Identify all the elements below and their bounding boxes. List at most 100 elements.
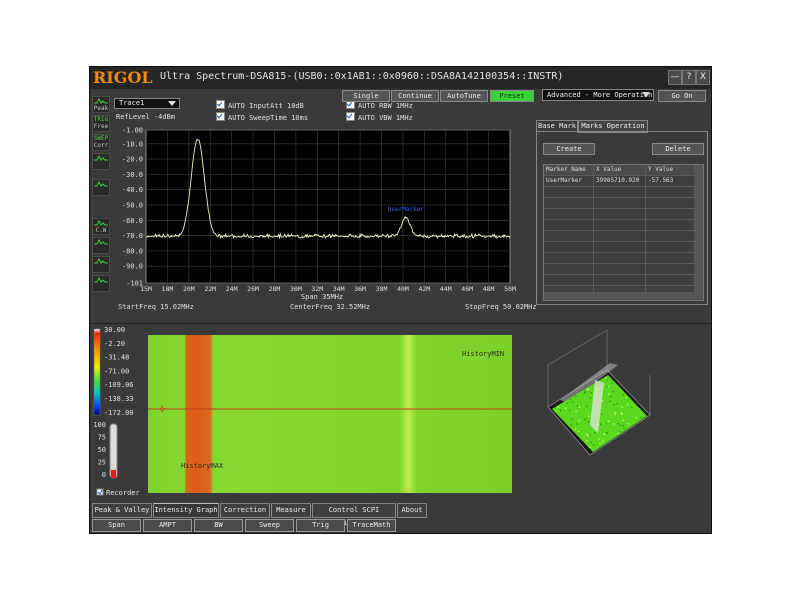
y-tick-label: -1.00 — [122, 127, 143, 135]
table-cell — [646, 275, 695, 285]
fn-button-span[interactable]: Span — [92, 519, 141, 532]
cursor-handle-icon[interactable]: ◊ — [160, 405, 164, 413]
table-row[interactable] — [544, 242, 695, 253]
x-tick-label: 24M — [226, 285, 238, 293]
advanced-select[interactable]: Advanced - More Operation — [542, 89, 654, 101]
table-cell — [544, 242, 594, 252]
continue-button[interactable]: Continue — [391, 90, 439, 102]
table-row[interactable] — [544, 209, 695, 220]
marker-label: UserMarker — [388, 206, 425, 213]
table-row[interactable] — [544, 253, 695, 264]
column-header: X Value — [594, 165, 646, 175]
fn-button-bw[interactable]: BW — [194, 519, 243, 532]
x-tick-label: 40M — [397, 285, 409, 293]
level-gauge-fill — [111, 469, 116, 478]
x-tick-label: 20M — [183, 285, 195, 293]
input-att-checkbox[interactable]: AUTO InputAtt 10dB — [216, 100, 304, 110]
x-tick-label: 26M — [247, 285, 259, 293]
tab-intensity-graph[interactable]: Intensity Graph — [153, 503, 219, 518]
table-cell — [594, 242, 646, 252]
fn-button-tracemath[interactable]: TraceMath — [347, 519, 396, 532]
table-cell — [544, 220, 594, 230]
x-tick-label: 15M — [140, 285, 152, 293]
delete-marker-button[interactable]: Delete — [652, 143, 704, 155]
table-row[interactable] — [544, 231, 695, 242]
color-scale-bar — [93, 328, 101, 416]
table-row[interactable] — [544, 264, 695, 275]
help-button[interactable]: ? — [682, 70, 696, 85]
table-cell — [544, 253, 594, 263]
app-window: RIGOL Ultra Spectrum-DSA815-(USB0::0x1AB… — [89, 66, 712, 534]
column-header: Y Value — [646, 165, 695, 175]
input-att-label: AUTO InputAtt 10dB — [228, 102, 304, 110]
table-cell — [646, 209, 695, 219]
fn-button-trig[interactable]: Trig — [296, 519, 345, 532]
table-cell — [544, 187, 594, 197]
table-cell — [594, 209, 646, 219]
x-tick-label: 48M — [483, 285, 495, 293]
x-tick-label: 42M — [418, 285, 430, 293]
trace-select[interactable]: Trace1 — [114, 98, 180, 109]
create-marker-button[interactable]: Create — [543, 143, 595, 155]
tab-control-scpi-history[interactable]: Control SCPI History — [312, 503, 396, 527]
tab-measure[interactable]: Measure — [271, 503, 311, 518]
table-cell — [646, 231, 695, 241]
minimize-button[interactable]: — — [668, 70, 682, 85]
table-row[interactable] — [544, 187, 695, 198]
preset-button[interactable]: Preset — [490, 90, 534, 102]
single-button[interactable]: Single — [342, 90, 390, 102]
tab-peak-valley[interactable]: Peak & Valley — [92, 503, 152, 518]
x-tick-label: 46M — [461, 285, 473, 293]
scale-label: -138.33 — [104, 395, 134, 403]
table-row[interactable]: UserMarker 39985710.920 -57.563 — [544, 176, 695, 187]
window-title: Ultra Spectrum-DSA815-(USB0::0x1AB1::0x0… — [160, 71, 564, 82]
table-cell — [544, 231, 594, 241]
span-label: Span 35MHz — [301, 293, 343, 301]
vertical-scrollbar[interactable] — [695, 165, 703, 300]
autotune-button[interactable]: AutoTune — [440, 90, 488, 102]
title-bar: RIGOL Ultra Spectrum-DSA815-(USB0::0x1AB… — [90, 67, 711, 89]
intensity-section: 30.00 -2.20 -31.48 -71.00 -109.06 -138.33 -172… — [93, 326, 651, 497]
spectrum-chart: -1.00 -10.0 -20.0 -30.0 -40.0 -50.0 -60.0 -70.0… — [118, 127, 536, 312]
y-tick-label: -40.0 — [122, 186, 143, 194]
scale-label: -31.48 — [104, 354, 129, 362]
sweep-time-label: AUTO SweepTime 10ms — [228, 114, 309, 122]
trace-select-value: Trace1 — [119, 99, 145, 107]
table-cell — [594, 275, 646, 285]
fn-button-ampt[interactable]: AMPT — [143, 519, 192, 532]
level-tick: 0 — [102, 471, 106, 479]
table-cell — [594, 187, 646, 197]
sweep-time-checkbox[interactable]: AUTO SweepTime 10ms — [216, 112, 308, 122]
table-cell — [594, 231, 646, 241]
scale-label: -109.06 — [104, 381, 134, 389]
table-row[interactable] — [544, 220, 695, 231]
table-cell — [594, 220, 646, 230]
level-tick: 25 — [98, 459, 106, 467]
fn-button-sweep[interactable]: Sweep — [245, 519, 294, 532]
reflevel-label: RefLevel -4dBm — [116, 113, 176, 121]
table-row[interactable] — [544, 198, 695, 209]
chevron-down-icon — [642, 92, 650, 97]
tool-top-label: TRIG — [93, 116, 109, 123]
close-button[interactable]: X — [696, 70, 710, 85]
level-tick: 75 — [98, 434, 106, 442]
x-tick-label: 34M — [333, 285, 345, 293]
horizontal-scrollbar[interactable] — [544, 292, 695, 300]
table-cell — [594, 198, 646, 208]
y-tick-label: -60.0 — [122, 217, 143, 225]
scale-label: -172.00 — [104, 409, 134, 417]
table-cell — [646, 187, 695, 197]
rigol-logo: RIGOL — [93, 68, 153, 87]
x-tick-label: 38M — [376, 285, 388, 293]
tab-about[interactable]: About — [397, 503, 427, 518]
table-row[interactable] — [544, 275, 695, 286]
vbw-checkbox[interactable]: AUTO VBW 1MHz — [346, 112, 413, 122]
tool-button-peak[interactable]: Peak — [92, 96, 110, 113]
y-tick-label: -30.0 — [122, 171, 143, 179]
go-on-button[interactable]: Go On — [658, 90, 706, 102]
table-cell — [646, 242, 695, 252]
scale-label: 30.00 — [104, 326, 125, 334]
tab-correction[interactable]: Correction — [220, 503, 270, 518]
y-tick-label: -50.0 — [122, 201, 143, 209]
table-cell — [594, 264, 646, 274]
